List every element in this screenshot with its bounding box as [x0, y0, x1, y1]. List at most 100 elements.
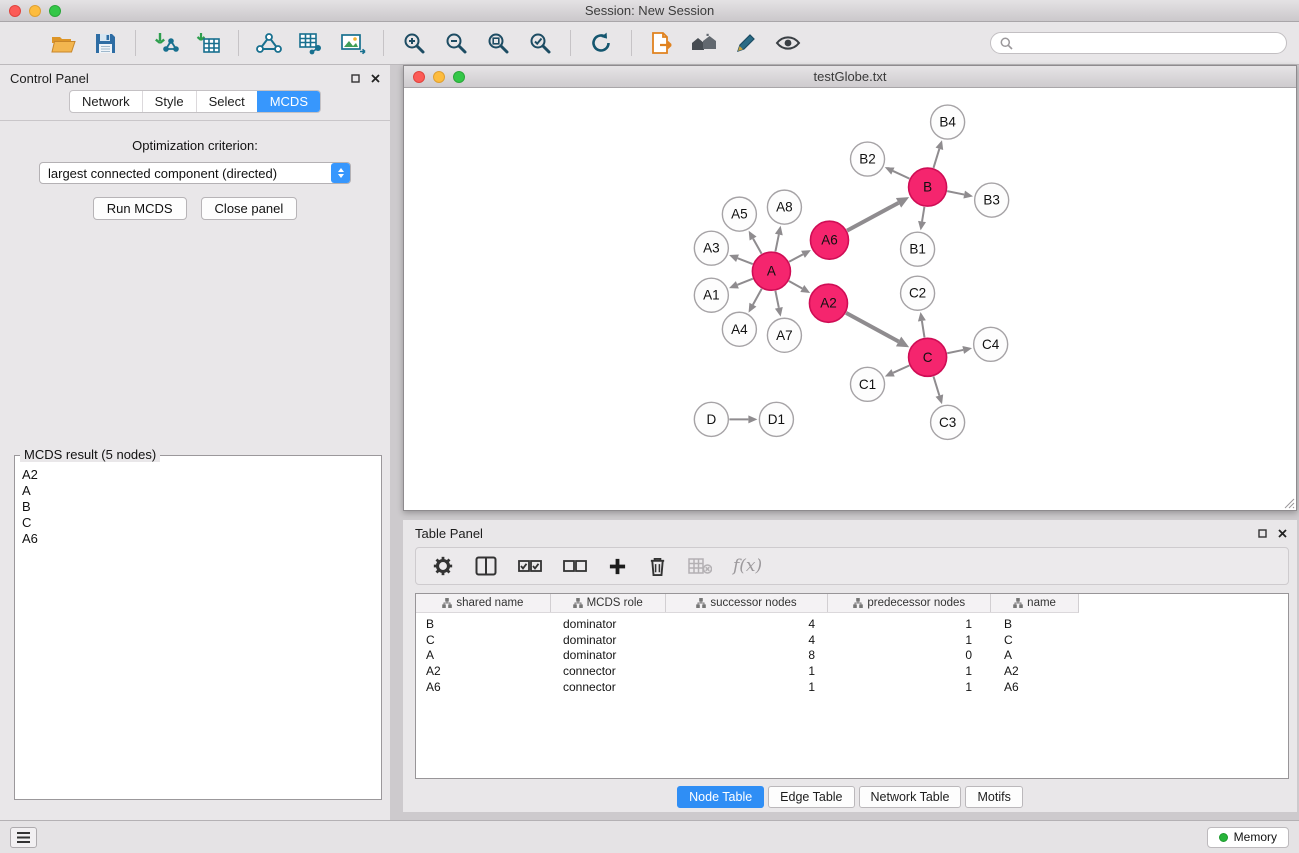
- network-minimize-button[interactable]: [433, 71, 445, 83]
- network-canvas[interactable]: B4B2BB3A8A5A6A3B1AC2A1A2A4A7C4CC1DD1C3: [404, 88, 1296, 510]
- graph-node-B2[interactable]: B2: [851, 142, 885, 176]
- graph-node-B[interactable]: B: [909, 168, 947, 206]
- graph-node-C2[interactable]: C2: [901, 276, 935, 310]
- graph-node-A3[interactable]: A3: [694, 231, 728, 265]
- export-document-button[interactable]: [644, 26, 680, 60]
- unselect-all-button[interactable]: [563, 558, 587, 574]
- close-window-button[interactable]: [9, 5, 21, 17]
- import-network-table-button[interactable]: [293, 26, 329, 60]
- column-header-predecessor-nodes[interactable]: predecessor nodes: [828, 594, 991, 612]
- graph-node-A5[interactable]: A5: [722, 197, 756, 231]
- close-panel-icon[interactable]: [371, 74, 380, 83]
- mcds-result-item[interactable]: B: [22, 499, 381, 515]
- search-input[interactable]: [1018, 36, 1277, 50]
- network-zoom-button[interactable]: [453, 71, 465, 83]
- graph-edge-A-A4[interactable]: [753, 289, 762, 305]
- add-button[interactable]: [608, 557, 627, 576]
- zoom-fit-button[interactable]: [480, 26, 516, 60]
- show-hide-graphics-button[interactable]: [770, 26, 806, 60]
- graph-node-B3[interactable]: B3: [975, 183, 1009, 217]
- tab-style[interactable]: Style: [142, 91, 196, 112]
- tab-mcds[interactable]: MCDS: [257, 91, 320, 112]
- graph-node-A[interactable]: A: [752, 252, 790, 290]
- graph-edge-B-B2[interactable]: [893, 171, 910, 179]
- table-row[interactable]: A6connector11A6: [416, 679, 1288, 695]
- column-header-successor-nodes[interactable]: successor nodes: [666, 594, 829, 612]
- memory-button[interactable]: Memory: [1207, 827, 1289, 848]
- close-panel-button[interactable]: Close panel: [201, 197, 298, 220]
- close-table-panel-icon[interactable]: [1278, 529, 1287, 538]
- graph-edge-C-C4[interactable]: [947, 350, 963, 353]
- show-columns-button[interactable]: [475, 556, 497, 576]
- graph-node-D1[interactable]: D1: [759, 402, 793, 436]
- tab-motifs[interactable]: Motifs: [965, 786, 1022, 808]
- open-file-button[interactable]: [45, 26, 81, 60]
- float-panel-icon[interactable]: [351, 74, 360, 83]
- graph-node-C[interactable]: C: [909, 338, 947, 376]
- column-header-MCDS-role[interactable]: MCDS role: [551, 594, 666, 612]
- search-field[interactable]: [990, 32, 1287, 54]
- graph-edge-B-B1[interactable]: [922, 207, 924, 222]
- run-mcds-button[interactable]: Run MCDS: [93, 197, 187, 220]
- graph-edge-A-A7[interactable]: [775, 291, 778, 308]
- table-row[interactable]: Bdominator41B: [416, 616, 1288, 632]
- dropdown-spinner-icon[interactable]: [331, 163, 350, 183]
- graph-node-A2[interactable]: A2: [809, 284, 847, 322]
- import-table-button[interactable]: [190, 26, 226, 60]
- tab-select[interactable]: Select: [196, 91, 257, 112]
- table-row[interactable]: Cdominator41C: [416, 632, 1288, 648]
- graph-edge-A-A3[interactable]: [738, 258, 753, 264]
- float-table-panel-icon[interactable]: [1258, 529, 1267, 538]
- graph-node-C1[interactable]: C1: [851, 367, 885, 401]
- tab-node-table[interactable]: Node Table: [677, 786, 764, 808]
- mcds-result-item[interactable]: A: [22, 483, 381, 499]
- network-overview-button[interactable]: [251, 26, 287, 60]
- graph-edge-A-A1[interactable]: [737, 279, 752, 285]
- graph-edge-C-C3[interactable]: [933, 376, 939, 395]
- network-window-titlebar[interactable]: testGlobe.txt: [404, 66, 1296, 88]
- select-all-button[interactable]: [518, 558, 542, 574]
- graph-node-A8[interactable]: A8: [767, 190, 801, 224]
- table-settings-button[interactable]: [432, 555, 454, 577]
- graph-node-A6[interactable]: A6: [810, 221, 848, 259]
- graph-edge-B-B3[interactable]: [947, 191, 964, 194]
- zoom-window-button[interactable]: [49, 5, 61, 17]
- import-network-button[interactable]: [148, 26, 184, 60]
- minimize-window-button[interactable]: [29, 5, 41, 17]
- tab-edge-table[interactable]: Edge Table: [768, 786, 854, 808]
- zoom-selected-button[interactable]: [522, 26, 558, 60]
- tab-network-table[interactable]: Network Table: [859, 786, 962, 808]
- window-titlebar[interactable]: Session: New Session: [0, 0, 1299, 22]
- graph-edge-C-C1[interactable]: [893, 366, 909, 373]
- graph-edge-A-A2[interactable]: [789, 281, 802, 289]
- graph-edge-A2-C[interactable]: [846, 313, 899, 342]
- column-header-name[interactable]: name: [991, 594, 1078, 612]
- graph-edge-B-B4[interactable]: [933, 149, 939, 168]
- graph-node-C4[interactable]: C4: [974, 327, 1008, 361]
- network-graph[interactable]: B4B2BB3A8A5A6A3B1AC2A1A2A4A7C4CC1DD1C3: [404, 88, 1296, 510]
- network-close-button[interactable]: [413, 71, 425, 83]
- mcds-result-item[interactable]: A2: [22, 467, 381, 483]
- criterion-dropdown[interactable]: largest connected component (directed): [39, 162, 351, 184]
- table-row[interactable]: Adominator80A: [416, 648, 1288, 664]
- tab-network[interactable]: Network: [70, 91, 142, 112]
- table-row[interactable]: A2connector11A2: [416, 663, 1288, 679]
- graph-node-D[interactable]: D: [694, 402, 728, 436]
- node-table[interactable]: shared nameMCDS rolesuccessor nodesprede…: [415, 593, 1289, 779]
- refresh-layout-button[interactable]: [583, 26, 619, 60]
- graph-edge-A-A5[interactable]: [753, 239, 762, 254]
- export-image-button[interactable]: [335, 26, 371, 60]
- task-history-button[interactable]: [10, 827, 37, 848]
- graph-node-A1[interactable]: A1: [694, 278, 728, 312]
- graph-edge-A-A6[interactable]: [789, 254, 803, 261]
- delete-button[interactable]: [648, 556, 667, 577]
- graph-node-B4[interactable]: B4: [931, 105, 965, 139]
- save-session-button[interactable]: [87, 26, 123, 60]
- resize-handle[interactable]: [1284, 498, 1295, 509]
- graph-node-A7[interactable]: A7: [767, 318, 801, 352]
- zoom-in-button[interactable]: [396, 26, 432, 60]
- mcds-result-item[interactable]: C: [22, 515, 381, 531]
- zoom-out-button[interactable]: [438, 26, 474, 60]
- graph-edge-A6-B[interactable]: [847, 203, 898, 231]
- column-header-shared-name[interactable]: shared name: [416, 594, 551, 612]
